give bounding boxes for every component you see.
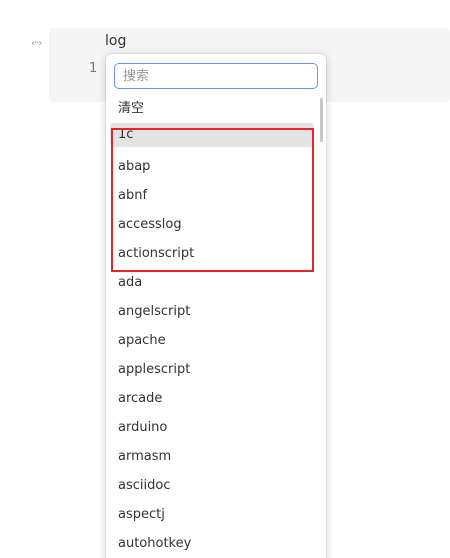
- scrollbar[interactable]: [320, 98, 323, 142]
- list-item[interactable]: asciidoc: [110, 471, 314, 500]
- list-item[interactable]: actionscript: [110, 239, 314, 268]
- list-item[interactable]: accesslog: [110, 210, 314, 239]
- list-item[interactable]: armasm: [110, 442, 314, 471]
- list-item[interactable]: abnf: [110, 181, 314, 210]
- list-item[interactable]: applescript: [110, 355, 314, 384]
- list-item[interactable]: arcade: [110, 384, 314, 413]
- list-item[interactable]: ada: [110, 268, 314, 297]
- list-item[interactable]: aspectj: [110, 500, 314, 529]
- list-item[interactable]: apache: [110, 326, 314, 355]
- list-item[interactable]: autohotkey: [110, 529, 314, 558]
- search-input[interactable]: [114, 63, 318, 89]
- language-dropdown: 清空 1c abap abnf accesslog actionscript a…: [106, 54, 326, 558]
- line-number: 1: [89, 61, 98, 76]
- list-item[interactable]: 1c: [110, 123, 314, 147]
- list-item[interactable]: arduino: [110, 413, 314, 442]
- drag-handle-icon[interactable]: ‹··›: [31, 38, 42, 49]
- clear-button[interactable]: 清空: [110, 94, 314, 123]
- page: ‹··› log 1 清空 1c abap abnf accesslog act…: [0, 0, 450, 558]
- list-item[interactable]: abap: [110, 152, 314, 181]
- language-list: 清空 1c abap abnf accesslog actionscript a…: [110, 94, 314, 558]
- language-selector[interactable]: log: [105, 33, 126, 49]
- list-item[interactable]: angelscript: [110, 297, 314, 326]
